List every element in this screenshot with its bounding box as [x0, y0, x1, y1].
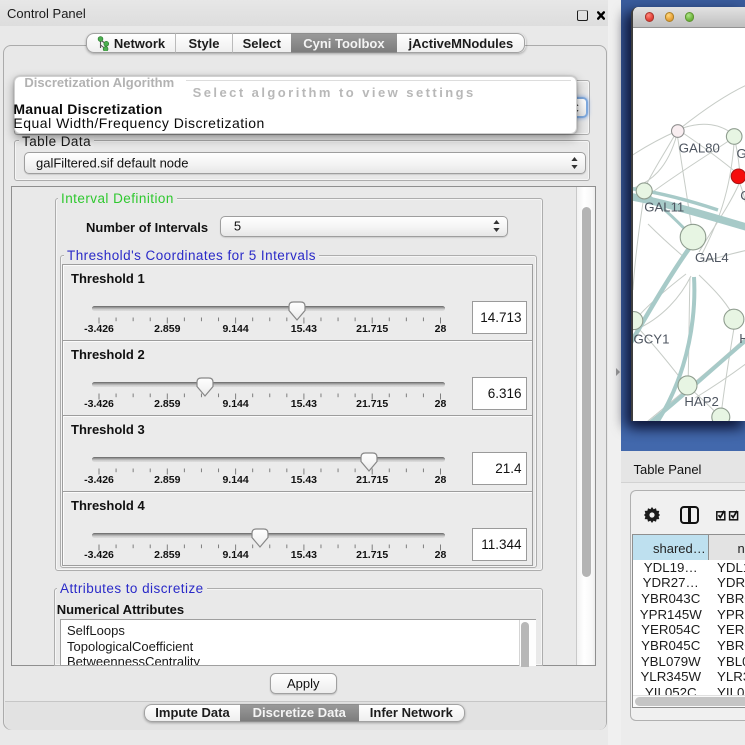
svg-text:HI: HI	[739, 331, 745, 346]
svg-text:GAL11: GAL11	[644, 199, 684, 214]
svg-text:GAL80: GAL80	[678, 140, 719, 155]
svg-text:GA: GA	[736, 146, 745, 161]
svg-text:GCY1: GCY1	[633, 331, 669, 346]
svg-text:GAL4: GAL4	[695, 249, 729, 264]
svg-text:HAP2: HAP2	[684, 393, 718, 408]
svg-text:CY: CY	[740, 188, 745, 203]
